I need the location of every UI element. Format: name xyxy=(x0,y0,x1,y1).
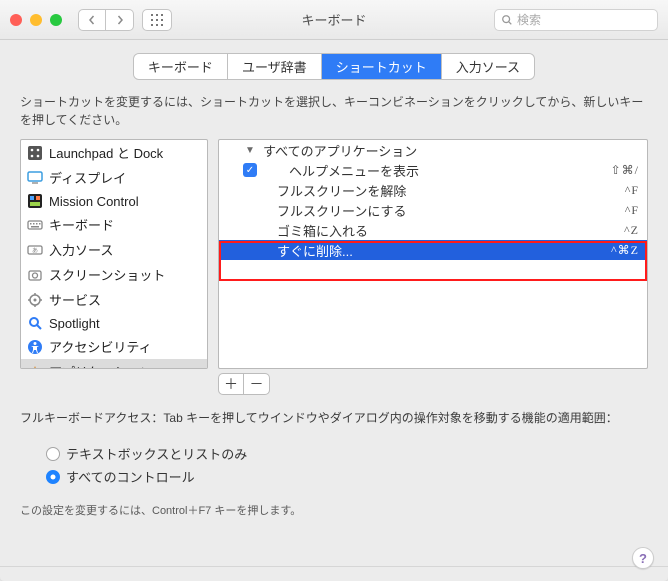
tab-user-dict[interactable]: ユーザ辞書 xyxy=(228,54,322,79)
tree-header-label: すべてのアプリケーション xyxy=(263,141,639,160)
shortcut-row[interactable]: ✓ ヘルプメニューを表示 ⇧⌘/ xyxy=(219,160,647,180)
tab-keyboard[interactable]: キーボード xyxy=(134,54,228,79)
instruction-text: ショートカットを変更するには、ショートカットを選択し、キーコンビネーションをクリ… xyxy=(0,89,668,139)
traffic-lights xyxy=(10,14,62,26)
tab-shortcuts[interactable]: ショートカット xyxy=(322,54,442,79)
shortcut-row-selected[interactable]: すぐに削除... ^⌘Z xyxy=(219,240,647,260)
tree-header-row[interactable]: ▼ すべてのアプリケーション xyxy=(219,140,647,160)
help-icon: ? xyxy=(639,551,647,566)
radio-unchecked-icon xyxy=(46,447,60,461)
window-zoom-button[interactable] xyxy=(50,14,62,26)
nav-back-forward xyxy=(78,9,134,31)
shortcut-keys: ^F xyxy=(625,203,639,218)
shortcut-keys: ^Z xyxy=(624,223,639,238)
launchpad-icon xyxy=(27,145,43,161)
keyboard-icon xyxy=(27,217,43,233)
sidebar-item-label: アプリケーション xyxy=(49,362,153,369)
add-button[interactable]: ＋ xyxy=(218,373,244,395)
window-minimize-button[interactable] xyxy=(30,14,42,26)
checkbox-checked-icon[interactable]: ✓ xyxy=(243,163,257,177)
sidebar-item-launchpad[interactable]: Launchpad と Dock xyxy=(21,140,207,165)
help-button[interactable]: ? xyxy=(632,547,654,569)
shortcut-label: ヘルプメニューを表示 xyxy=(267,161,611,180)
add-remove-group: ＋ － xyxy=(218,373,648,395)
disclosure-triangle-icon[interactable]: ▼ xyxy=(245,145,257,156)
shortcut-keys: ⇧⌘/ xyxy=(611,163,639,178)
sidebar-item-spotlight[interactable]: Spotlight xyxy=(21,312,207,334)
shortcut-row[interactable]: フルスクリーンを解除 ^F xyxy=(219,180,647,200)
sidebar-item-label: Mission Control xyxy=(49,194,139,209)
radio-checked-icon xyxy=(46,470,60,484)
shortcut-column: ▼ すべてのアプリケーション ✓ ヘルプメニューを表示 ⇧⌘/ フルスクリーンを… xyxy=(218,139,648,395)
shortcut-label: すぐに削除... xyxy=(277,241,611,260)
radio-text-boxes-only[interactable]: テキストボックスとリストのみ xyxy=(46,444,668,463)
back-button[interactable] xyxy=(78,9,106,31)
sidebar-item-label: ディスプレイ xyxy=(49,168,126,187)
sidebar-item-label: 入力ソース xyxy=(49,240,113,259)
sidebar-item-label: キーボード xyxy=(49,215,114,234)
sidebar-item-label: Launchpad と Dock xyxy=(49,143,163,162)
spotlight-icon xyxy=(27,315,43,331)
show-all-button[interactable] xyxy=(142,9,172,31)
display-icon xyxy=(27,170,43,186)
sidebar-item-screenshots[interactable]: スクリーンショット xyxy=(21,262,207,287)
shortcut-keys: ^F xyxy=(625,183,639,198)
services-icon xyxy=(27,292,43,308)
tab-input-sources[interactable]: 入力ソース xyxy=(442,54,534,79)
sidebar-item-applications[interactable]: アプリケーション xyxy=(21,359,207,369)
sidebar-item-label: Spotlight xyxy=(49,316,100,331)
shortcut-row[interactable]: ゴミ箱に入れる ^Z xyxy=(219,220,647,240)
sidebar-item-label: スクリーンショット xyxy=(49,265,165,284)
titlebar: キーボード 検索 xyxy=(0,0,668,40)
window-close-button[interactable] xyxy=(10,14,22,26)
category-list[interactable]: Launchpad と Dock ディスプレイ Mission Control … xyxy=(20,139,208,369)
footnote-text: この設定を変更するには、Control＋F7 キーを押します。 xyxy=(0,496,668,518)
sidebar-item-accessibility[interactable]: アクセシビリティ xyxy=(21,334,207,359)
screenshot-icon xyxy=(27,267,43,283)
svg-text:あ: あ xyxy=(32,247,38,254)
shortcut-list[interactable]: ▼ すべてのアプリケーション ✓ ヘルプメニューを表示 ⇧⌘/ フルスクリーンを… xyxy=(218,139,648,369)
forward-button[interactable] xyxy=(106,9,134,31)
sidebar-item-display[interactable]: ディスプレイ xyxy=(21,165,207,190)
shortcut-keys: ^⌘Z xyxy=(611,243,639,258)
sidebar-item-label: サービス xyxy=(49,290,101,309)
search-input[interactable]: 検索 xyxy=(494,9,658,31)
accessibility-icon xyxy=(27,339,43,355)
radio-all-controls[interactable]: すべてのコントロール xyxy=(46,467,668,486)
sidebar-item-keyboard[interactable]: キーボード xyxy=(21,212,207,237)
remove-button[interactable]: － xyxy=(244,373,270,395)
full-keyboard-access-radios: テキストボックスとリストのみ すべてのコントロール xyxy=(0,434,668,496)
radio-label: テキストボックスとリストのみ xyxy=(66,444,247,463)
sidebar-item-input-sources[interactable]: あ 入力ソース xyxy=(21,237,207,262)
radio-label: すべてのコントロール xyxy=(66,467,195,486)
sidebar-item-services[interactable]: サービス xyxy=(21,287,207,312)
full-keyboard-access-hint: フルキーボードアクセス：Tab キーを押してウインドウやダイアログ内の操作対象を… xyxy=(0,395,668,434)
mission-control-icon xyxy=(27,193,43,209)
search-placeholder: 検索 xyxy=(517,11,541,28)
tabs-row: キーボード ユーザ辞書 ショートカット 入力ソース xyxy=(0,40,668,89)
panels: Launchpad と Dock ディスプレイ Mission Control … xyxy=(0,139,668,395)
sidebar-item-mission-control[interactable]: Mission Control xyxy=(21,190,207,212)
shortcut-label: ゴミ箱に入れる xyxy=(277,221,624,240)
shortcut-label: フルスクリーンを解除 xyxy=(277,181,625,200)
applications-icon xyxy=(27,364,43,370)
search-icon xyxy=(501,14,513,26)
input-sources-icon: あ xyxy=(27,242,43,258)
shortcut-row[interactable]: フルスクリーンにする ^F xyxy=(219,200,647,220)
tabs-segmented: キーボード ユーザ辞書 ショートカット 入力ソース xyxy=(134,54,534,79)
sidebar-item-label: アクセシビリティ xyxy=(49,337,152,356)
separator xyxy=(0,566,668,567)
shortcut-label: フルスクリーンにする xyxy=(277,201,625,220)
